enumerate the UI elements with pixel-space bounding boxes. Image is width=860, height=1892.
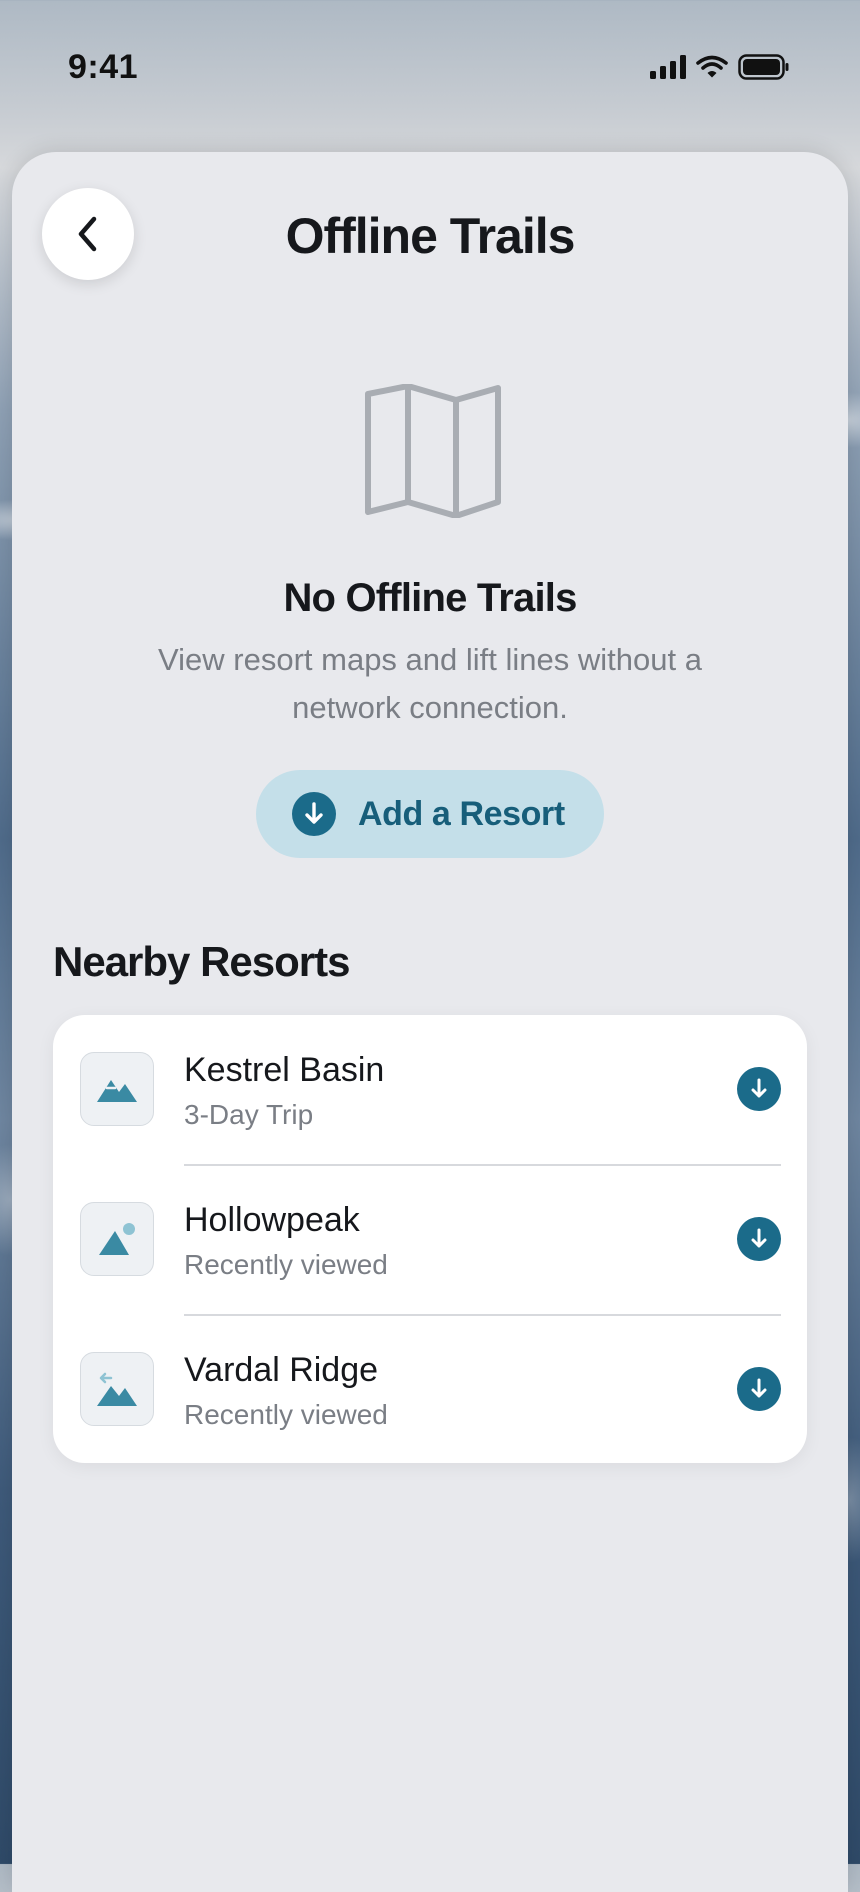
resort-thumbnail <box>80 1202 154 1276</box>
cellular-signal-icon <box>650 55 686 79</box>
status-icons <box>650 54 790 80</box>
resort-name: Hollowpeak <box>184 1201 360 1239</box>
mountain-sun-icon <box>99 1223 135 1255</box>
resort-subtitle: Recently viewed <box>184 1399 388 1430</box>
add-resort-button[interactable]: Add a Resort <box>256 770 604 858</box>
resort-row-vardal-ridge[interactable]: Vardal Ridge Recently viewed <box>53 1315 807 1465</box>
wifi-icon <box>696 55 728 78</box>
download-icon[interactable] <box>737 1067 781 1111</box>
empty-state-subtitle: View resort maps and lift lines without … <box>158 642 702 725</box>
nearby-resorts-heading: Nearby Resorts <box>53 938 350 985</box>
resort-row-kestrel-basin[interactable]: Kestrel Basin 3-Day Trip <box>53 1015 807 1165</box>
folded-map-icon <box>365 384 501 518</box>
download-icon[interactable] <box>737 1367 781 1411</box>
add-resort-label: Add a Resort <box>358 794 565 833</box>
battery-icon <box>738 54 789 80</box>
resort-thumbnail <box>80 1352 154 1426</box>
page-title: Offline Trails <box>285 208 576 264</box>
resort-name: Kestrel Basin <box>184 1051 385 1089</box>
download-circle-icon <box>292 792 336 836</box>
nearby-resorts-list: Kestrel Basin 3-Day Trip Hollowpeak Rece… <box>53 1015 807 1463</box>
status-bar: 9:41 <box>0 0 860 140</box>
resort-name: Vardal Ridge <box>184 1351 379 1389</box>
resort-row-hollowpeak[interactable]: Hollowpeak Recently viewed <box>53 1165 807 1315</box>
offline-trails-sheet: Offline Trails No Offline Trails View re… <box>12 152 848 1892</box>
resort-subtitle: 3-Day Trip <box>184 1099 314 1130</box>
mountain-icon <box>97 1080 137 1102</box>
resort-thumbnail <box>80 1052 154 1126</box>
mountain-arrow-icon <box>97 1372 137 1406</box>
empty-state-title: No Offline Trails <box>283 576 577 620</box>
download-icon[interactable] <box>737 1217 781 1261</box>
status-time: 9:41 <box>68 48 139 86</box>
resort-subtitle: Recently viewed <box>184 1249 388 1280</box>
